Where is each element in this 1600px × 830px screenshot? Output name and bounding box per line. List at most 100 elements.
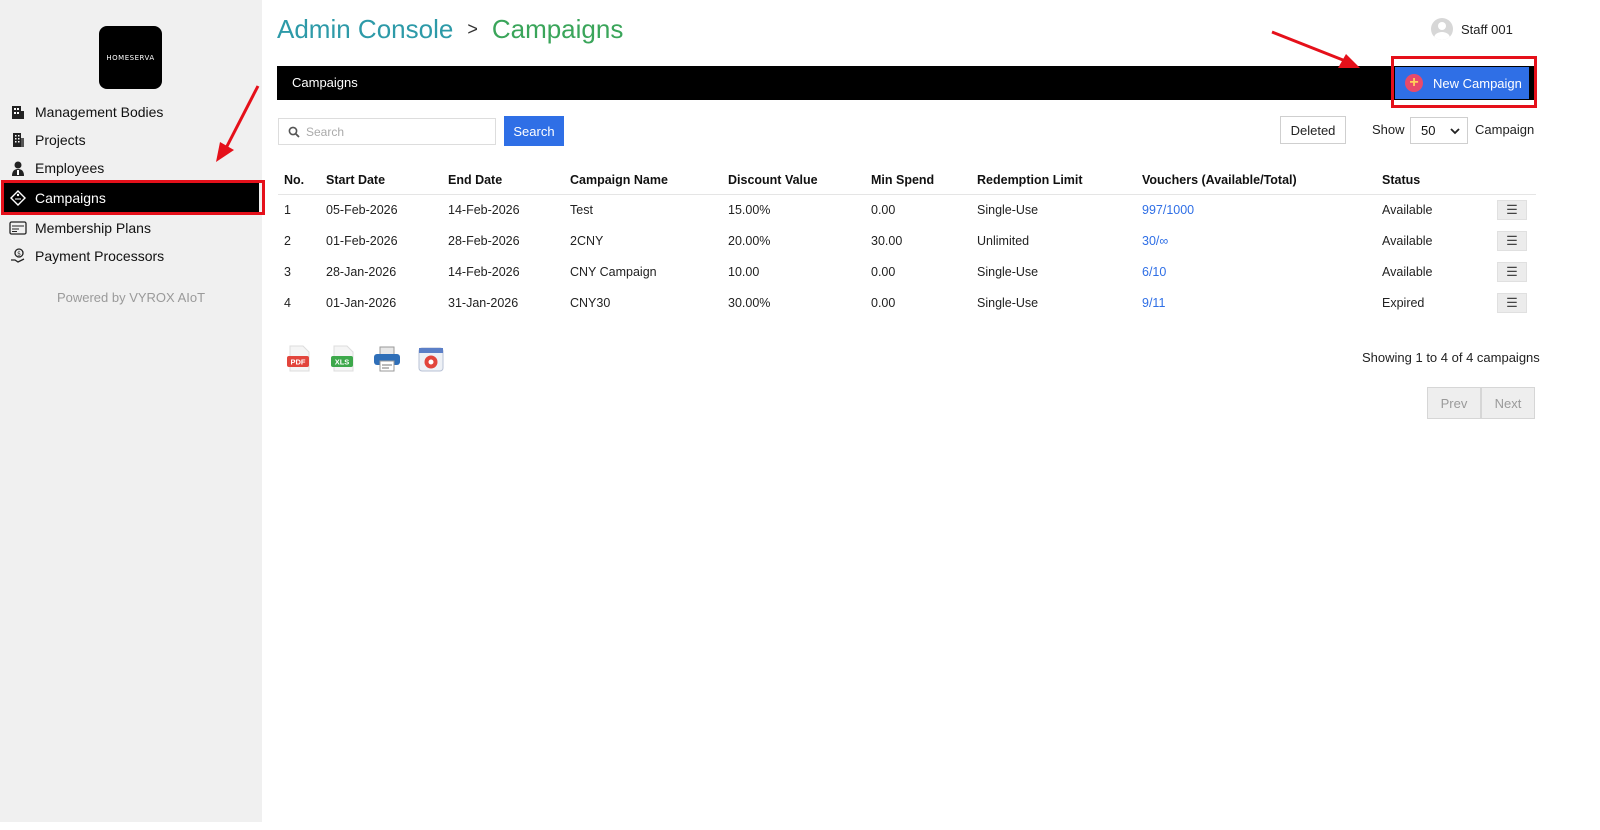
building-icon bbox=[9, 103, 27, 121]
cell-redemption-limit: Single-Use bbox=[977, 202, 1039, 217]
office-icon bbox=[9, 131, 27, 149]
chevron-down-icon bbox=[1450, 123, 1460, 138]
cell-start-date: 28-Jan-2026 bbox=[326, 264, 397, 279]
table-row: 1 05-Feb-2026 14-Feb-2026 Test 15.00% 0.… bbox=[278, 194, 1536, 225]
export-pdf-button[interactable]: PDF bbox=[284, 344, 314, 374]
svg-text:$: $ bbox=[17, 251, 21, 258]
cell-discount-value: 10.00 bbox=[728, 264, 760, 279]
page-size-select[interactable]: 50 bbox=[1410, 117, 1468, 144]
column-header-discount-value[interactable]: Discount Value bbox=[722, 166, 865, 195]
page-size-value: 50 bbox=[1421, 123, 1436, 138]
column-header-redemption-limit[interactable]: Redemption Limit bbox=[971, 166, 1136, 195]
breadcrumb-root[interactable]: Admin Console bbox=[277, 14, 453, 45]
brand-logo[interactable]: HOMESERVA bbox=[99, 26, 162, 89]
hamburger-icon: ☰ bbox=[1506, 294, 1518, 310]
prev-page-button[interactable]: Prev bbox=[1427, 387, 1481, 419]
sidebar-item-label: Payment Processors bbox=[35, 248, 165, 264]
cell-campaign-name: 2CNY bbox=[570, 233, 604, 248]
column-header-actions bbox=[1491, 166, 1536, 195]
table-header-row: No. Start Date End Date Campaign Name Di… bbox=[278, 166, 1536, 195]
cell-no: 2 bbox=[284, 233, 291, 248]
user-menu[interactable]: Staff 001 bbox=[1431, 18, 1513, 40]
plus-icon: + bbox=[1405, 74, 1423, 92]
campaigns-table: No. Start Date End Date Campaign Name Di… bbox=[278, 166, 1536, 318]
sidebar-item-label: Projects bbox=[35, 132, 86, 148]
new-campaign-button[interactable]: + New Campaign bbox=[1395, 67, 1529, 99]
cell-min-spend: 30.00 bbox=[871, 233, 903, 248]
next-page-button[interactable]: Next bbox=[1481, 387, 1535, 419]
cell-min-spend: 0.00 bbox=[871, 264, 896, 279]
column-header-min-spend[interactable]: Min Spend bbox=[865, 166, 971, 195]
sidebar-item-label: Campaigns bbox=[35, 190, 106, 206]
hamburger-icon: ☰ bbox=[1506, 263, 1518, 279]
row-menu-button[interactable]: ☰ bbox=[1497, 292, 1527, 313]
sidebar: HOMESERVA Management Bodies Projects Emp… bbox=[0, 0, 262, 822]
breadcrumb-separator: > bbox=[467, 19, 478, 39]
printer-icon bbox=[374, 346, 400, 372]
sidebar-item-management-bodies[interactable]: Management Bodies bbox=[0, 98, 262, 126]
search-button[interactable]: Search bbox=[504, 116, 564, 146]
card-icon bbox=[9, 219, 27, 237]
cell-end-date: 28-Feb-2026 bbox=[448, 233, 520, 248]
row-menu-button[interactable]: ☰ bbox=[1497, 230, 1527, 251]
cell-redemption-limit: Single-Use bbox=[977, 295, 1039, 310]
vouchers-link[interactable]: 6/10 bbox=[1136, 256, 1376, 287]
tag-icon bbox=[9, 189, 27, 207]
sidebar-item-employees[interactable]: Employees bbox=[0, 154, 262, 182]
search-box[interactable] bbox=[278, 118, 496, 145]
sidebar-item-label: Membership Plans bbox=[35, 220, 151, 236]
cell-redemption-limit: Single-Use bbox=[977, 264, 1039, 279]
column-header-no[interactable]: No. bbox=[278, 166, 320, 195]
row-menu-button[interactable]: ☰ bbox=[1497, 261, 1527, 282]
cell-end-date: 14-Feb-2026 bbox=[448, 202, 520, 217]
hamburger-icon: ☰ bbox=[1506, 201, 1518, 217]
cell-campaign-name: CNY Campaign bbox=[570, 264, 657, 279]
column-header-start-date[interactable]: Start Date bbox=[320, 166, 442, 195]
search-icon bbox=[288, 126, 300, 138]
cell-redemption-limit: Unlimited bbox=[977, 233, 1030, 248]
export-xls-button[interactable]: XLS bbox=[328, 344, 358, 374]
pagination: Prev Next bbox=[1427, 387, 1535, 419]
section-title: Campaigns bbox=[292, 75, 358, 90]
xls-icon: XLS bbox=[331, 345, 354, 372]
sidebar-item-membership-plans[interactable]: Membership Plans bbox=[0, 214, 262, 242]
cell-status: Expired bbox=[1382, 295, 1425, 310]
cell-discount-value: 30.00% bbox=[728, 295, 771, 310]
cell-discount-value: 15.00% bbox=[728, 202, 771, 217]
user-name: Staff 001 bbox=[1461, 21, 1513, 37]
column-header-status[interactable]: Status bbox=[1376, 166, 1491, 195]
table-row: 2 01-Feb-2026 28-Feb-2026 2CNY 20.00% 30… bbox=[278, 225, 1536, 256]
sidebar-item-campaigns[interactable]: Campaigns bbox=[3, 183, 259, 213]
vouchers-link[interactable]: 30/∞ bbox=[1136, 225, 1376, 256]
sidebar-item-projects[interactable]: Projects bbox=[0, 126, 262, 154]
sidebar-item-payment-processors[interactable]: $ Payment Processors bbox=[0, 242, 262, 270]
pdf-icon: PDF bbox=[287, 345, 310, 372]
column-header-end-date[interactable]: End Date bbox=[442, 166, 564, 195]
column-header-campaign-name[interactable]: Campaign Name bbox=[564, 166, 722, 195]
cell-discount-value: 20.00% bbox=[728, 233, 771, 248]
cell-start-date: 01-Jan-2026 bbox=[326, 295, 397, 310]
cell-min-spend: 0.00 bbox=[871, 295, 896, 310]
cell-start-date: 05-Feb-2026 bbox=[326, 202, 398, 217]
payment-icon: $ bbox=[9, 247, 27, 265]
hamburger-icon: ☰ bbox=[1506, 232, 1518, 248]
vouchers-link[interactable]: 9/11 bbox=[1136, 287, 1376, 318]
new-campaign-label: New Campaign bbox=[1433, 75, 1522, 91]
section-bar: Campaigns bbox=[277, 66, 1537, 100]
column-header-vouchers[interactable]: Vouchers (Available/Total) bbox=[1136, 166, 1376, 195]
settings-button[interactable] bbox=[416, 344, 446, 374]
svg-text:PDF: PDF bbox=[291, 358, 306, 367]
row-menu-button[interactable]: ☰ bbox=[1497, 199, 1527, 220]
cell-no: 4 bbox=[284, 295, 291, 310]
cell-end-date: 14-Feb-2026 bbox=[448, 264, 520, 279]
vouchers-link[interactable]: 997/1000 bbox=[1136, 194, 1376, 225]
search-input[interactable] bbox=[306, 124, 486, 139]
print-button[interactable] bbox=[372, 344, 402, 374]
table-row: 3 28-Jan-2026 14-Feb-2026 CNY Campaign 1… bbox=[278, 256, 1536, 287]
pagination-summary: Showing 1 to 4 of 4 campaigns bbox=[1362, 350, 1540, 365]
deleted-button[interactable]: Deleted bbox=[1280, 116, 1346, 144]
cell-no: 1 bbox=[284, 202, 291, 217]
cell-status: Available bbox=[1382, 264, 1433, 279]
cell-status: Available bbox=[1382, 233, 1433, 248]
svg-text:XLS: XLS bbox=[335, 358, 350, 367]
